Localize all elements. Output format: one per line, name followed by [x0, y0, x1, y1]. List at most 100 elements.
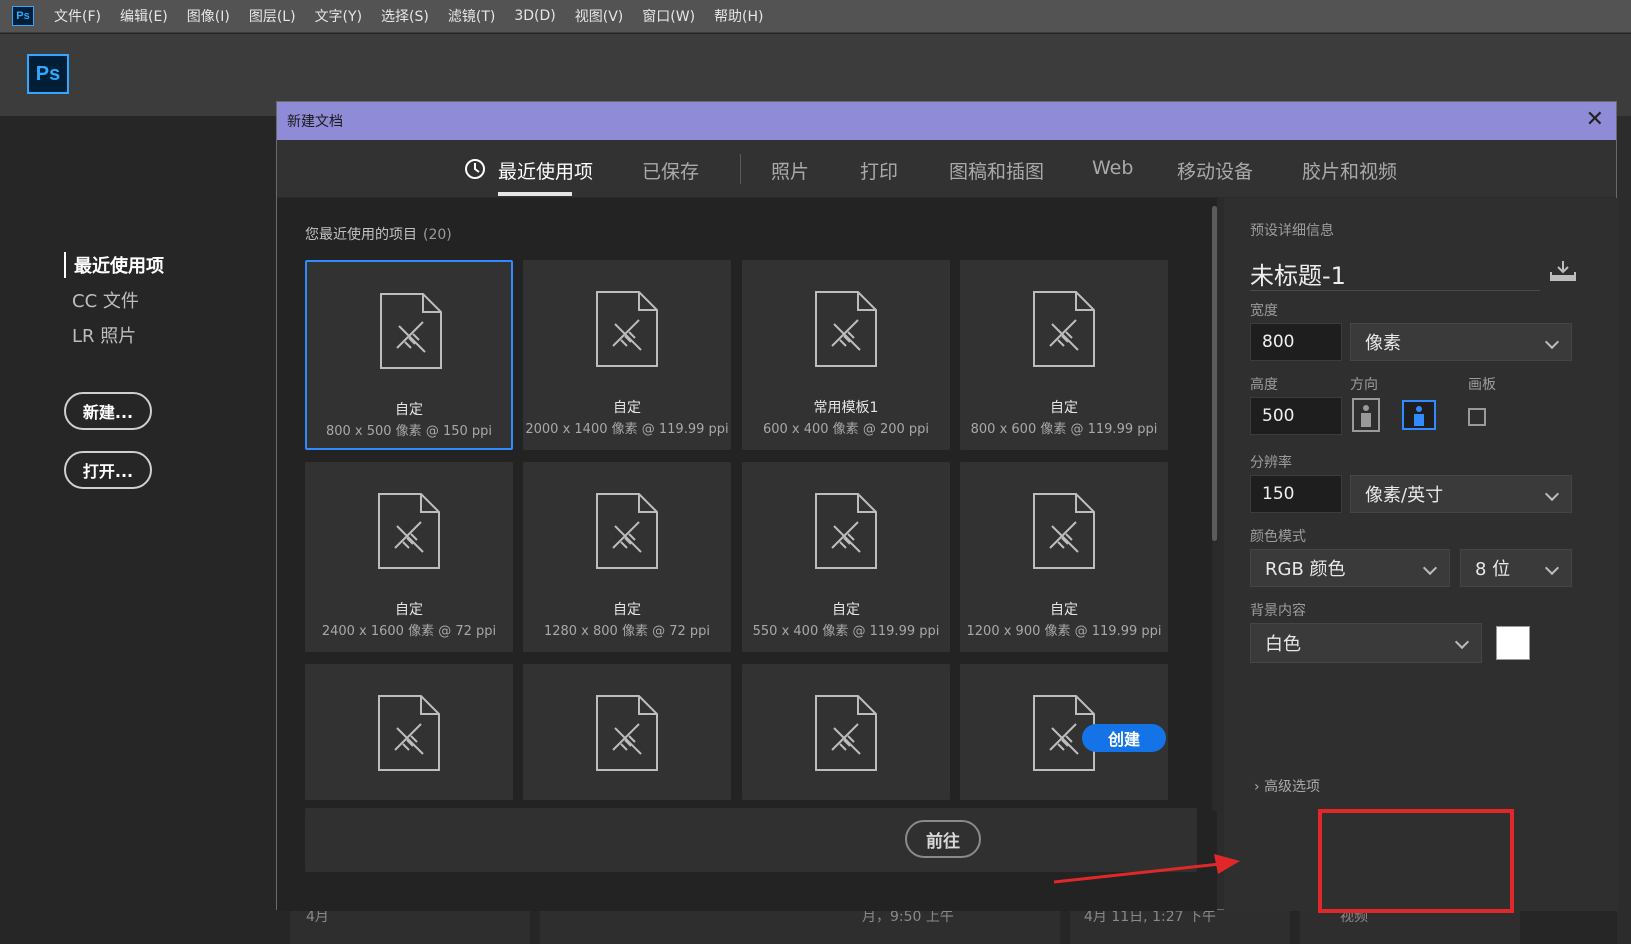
menu-file[interactable]: 文件(F) — [54, 6, 101, 26]
tab-mobile[interactable]: 移动设备 — [1177, 157, 1253, 184]
portrait-orientation-icon[interactable] — [1352, 398, 1380, 432]
menu-type[interactable]: 文字(Y) — [315, 6, 362, 26]
preset-name: 自定 — [613, 602, 641, 618]
menu-filter[interactable]: 滤镜(T) — [448, 6, 495, 26]
tab-web[interactable]: Web — [1092, 157, 1133, 179]
create-button[interactable]: 创建 — [1082, 724, 1166, 752]
category-tabs: 最近使用项 已保存 照片 打印 图稿和插图 Web 移动设备 胶片和视频 — [277, 140, 1616, 198]
menu-view[interactable]: 视图(V) — [575, 6, 624, 26]
menu-window[interactable]: 窗口(W) — [642, 6, 695, 26]
width-input[interactable]: 800 — [1250, 323, 1342, 361]
recent-label: 您最近使用的项目 (20) — [305, 224, 452, 244]
background-select[interactable]: 白色 — [1250, 623, 1482, 663]
preset-details-pane: 预设详细信息 未标题-1 宽度 800 像素 高度 方向 画板 500 分辨率 … — [1224, 198, 1618, 911]
preset-name: 常用模板1 — [813, 400, 879, 416]
home-nav-lr-photos[interactable]: LR 照片 — [64, 322, 164, 348]
tab-photo[interactable]: 照片 — [771, 157, 809, 184]
app-icon: Ps — [12, 6, 34, 26]
document-template-icon — [595, 492, 659, 570]
menu-bar: Ps 文件(F) 编辑(E) 图像(I) 图层(L) 文字(Y) 选择(S) 滤… — [0, 0, 1631, 33]
home-nav-cc-files[interactable]: CC 文件 — [64, 287, 164, 313]
bit-depth-value: 8 位 — [1475, 559, 1511, 580]
details-header: 预设详细信息 — [1250, 223, 1334, 239]
preset-name: 自定 — [613, 400, 641, 416]
scrollbar-thumb[interactable] — [1212, 206, 1217, 541]
preset-card[interactable]: 自定 800 x 600 像素 @ 119.99 ppi — [960, 260, 1168, 450]
new-button[interactable]: 新建... — [64, 392, 152, 430]
bit-depth-select[interactable]: 8 位 — [1460, 549, 1572, 587]
advanced-options-toggle[interactable]: › 高级选项 — [1254, 776, 1320, 796]
preset-dimensions: 2400 x 1600 像素 @ 72 ppi — [321, 624, 497, 639]
document-template-icon — [377, 492, 441, 570]
document-template-icon — [379, 292, 443, 370]
bg-edge — [1617, 116, 1631, 944]
open-button[interactable]: 打开... — [64, 451, 152, 489]
preset-name: 自定 — [395, 402, 423, 418]
ps-logo: Ps — [27, 54, 69, 94]
annotation-arrow — [1053, 854, 1240, 884]
document-template-icon — [814, 290, 878, 368]
preset-card[interactable]: 自定 800 x 500 像素 @ 150 ppi — [305, 260, 513, 450]
preset-card[interactable] — [305, 664, 513, 800]
preset-dimensions: 1280 x 800 像素 @ 72 ppi — [543, 624, 711, 639]
recent-count: (20) — [423, 227, 452, 243]
height-label: 高度 — [1250, 377, 1278, 393]
color-mode-select[interactable]: RGB 颜色 — [1250, 549, 1450, 587]
menu-layer[interactable]: 图层(L) — [249, 6, 296, 26]
title-underline — [1250, 290, 1540, 291]
preset-card[interactable]: 自定 1200 x 900 像素 @ 119.99 ppi — [960, 462, 1168, 652]
width-unit-select[interactable]: 像素 — [1350, 323, 1572, 361]
preset-card[interactable] — [742, 664, 950, 800]
preset-dimensions: 550 x 400 像素 @ 119.99 ppi — [752, 624, 940, 639]
menu-image[interactable]: 图像(I) — [187, 6, 230, 26]
preset-dimensions: 800 x 500 像素 @ 150 ppi — [325, 424, 493, 439]
preset-dimensions: 1200 x 900 像素 @ 119.99 ppi — [966, 624, 1162, 639]
menu-select[interactable]: 选择(S) — [381, 6, 429, 26]
preset-card[interactable] — [523, 664, 731, 800]
chevron-down-icon — [1422, 560, 1438, 576]
preset-card[interactable]: 自定 550 x 400 像素 @ 119.99 ppi — [742, 462, 950, 652]
preset-card[interactable]: 自定 1280 x 800 像素 @ 72 ppi — [523, 462, 731, 652]
save-preset-icon[interactable] — [1549, 260, 1577, 282]
preset-card[interactable]: 自定 2000 x 1400 像素 @ 119.99 ppi — [523, 260, 731, 450]
document-template-icon — [595, 290, 659, 368]
menu-3d[interactable]: 3D(D) — [514, 8, 555, 24]
chevron-down-icon — [1544, 560, 1560, 576]
chevron-down-icon — [1544, 334, 1560, 350]
chevron-down-icon — [1544, 486, 1560, 502]
resolution-input[interactable]: 150 — [1250, 475, 1342, 513]
chevron-down-icon — [1454, 634, 1470, 650]
document-template-icon — [1032, 492, 1096, 570]
height-input[interactable]: 500 — [1250, 397, 1342, 435]
goto-button[interactable]: 前往 — [905, 820, 981, 858]
menu-edit[interactable]: 编辑(E) — [120, 6, 168, 26]
home-nav-recent[interactable]: 最近使用项 — [64, 252, 164, 278]
dialog-title-bar: 新建文档 ✕ — [277, 102, 1616, 140]
width-unit-value: 像素 — [1365, 333, 1401, 354]
document-template-icon — [377, 694, 441, 772]
tab-recent[interactable]: 最近使用项 — [498, 157, 593, 184]
landscape-orientation-icon[interactable] — [1402, 400, 1436, 430]
recent-presets-pane: 您最近使用的项目 (20) 自定 800 x 500 像素 @ 150 ppi 自定 2… — [277, 198, 1217, 911]
document-template-icon — [1032, 290, 1096, 368]
document-name-field[interactable]: 未标题-1 — [1250, 256, 1346, 291]
tab-saved[interactable]: 已保存 — [642, 157, 699, 184]
tab-print[interactable]: 打印 — [860, 157, 898, 184]
document-template-icon — [814, 492, 878, 570]
preset-dimensions: 2000 x 1400 像素 @ 119.99 ppi — [525, 422, 729, 437]
menu-help[interactable]: 帮助(H) — [714, 6, 763, 26]
background-value: 白色 — [1265, 634, 1301, 655]
preset-card[interactable]: 自定 2400 x 1600 像素 @ 72 ppi — [305, 462, 513, 652]
artboard-checkbox[interactable] — [1468, 408, 1486, 426]
dialog-title: 新建文档 — [287, 114, 343, 130]
preset-card[interactable]: 常用模板1 600 x 400 像素 @ 200 ppi — [742, 260, 950, 450]
close-icon[interactable]: ✕ — [1586, 109, 1604, 131]
background-color-swatch[interactable] — [1496, 626, 1530, 660]
new-document-dialog: 新建文档 ✕ 最近使用项 已保存 照片 打印 图稿和插图 Web 移动设备 胶片… — [276, 101, 1618, 911]
resolution-unit-select[interactable]: 像素/英寸 — [1350, 475, 1572, 513]
preset-dimensions: 600 x 400 像素 @ 200 ppi — [762, 422, 930, 437]
tab-film-video[interactable]: 胶片和视频 — [1302, 157, 1397, 184]
width-label: 宽度 — [1250, 303, 1278, 319]
tab-art-illustration[interactable]: 图稿和插图 — [949, 157, 1044, 184]
advanced-options-label: 高级选项 — [1264, 779, 1321, 795]
